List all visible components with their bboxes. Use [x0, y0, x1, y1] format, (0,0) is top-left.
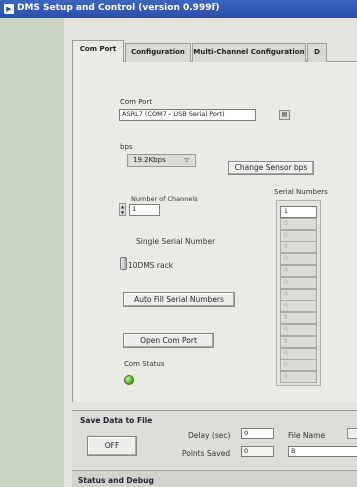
com-status-led: [124, 375, 134, 385]
channels-stepper-icon[interactable]: ▲ ▼: [119, 203, 126, 216]
tab-multi-channel-configuration[interactable]: Multi-Channel Configuration: [192, 43, 306, 62]
com-port-field[interactable]: ASRL7 (COM7 - USB Serial Port): [119, 109, 256, 121]
delay-input[interactable]: 0: [241, 428, 274, 439]
serial-number-cell[interactable]: 0: [280, 324, 317, 336]
browse-icon[interactable]: ▤: [279, 110, 290, 120]
serial-number-cell[interactable]: 0: [280, 253, 317, 266]
save-data-title: Save Data to File: [80, 416, 153, 425]
number-of-channels-input[interactable]: 1: [129, 204, 160, 216]
bps-label: bps: [120, 143, 133, 151]
number-of-channels-label: Number of Channels: [131, 195, 198, 203]
serial-number-cell[interactable]: 0: [280, 276, 317, 289]
tab-bar: Com Port Configuration Multi-Channel Con…: [72, 40, 357, 63]
serial-number-cell[interactable]: 0: [280, 241, 317, 254]
window-title: DMS Setup and Control (version 0.999f): [17, 3, 220, 13]
points-saved-field: 0: [241, 446, 274, 457]
points-saved-label: Points Saved: [182, 449, 231, 458]
serial-number-cell[interactable]: 0: [280, 371, 317, 384]
status-debug-title: Status and Debug: [78, 476, 154, 485]
delay-label: Delay (sec): [188, 431, 231, 440]
com-status-label: Com Status: [124, 360, 165, 368]
tab-partial[interactable]: D: [307, 43, 327, 62]
open-com-port-button[interactable]: Open Com Port: [123, 333, 214, 348]
title-bar: ▶ DMS Setup and Control (version 0.999f): [0, 0, 357, 18]
file-browse-icon[interactable]: [347, 428, 357, 439]
auto-fill-serial-numbers-button[interactable]: Auto Fill Serial Numbers: [123, 292, 235, 307]
serial-number-cell[interactable]: 0: [280, 265, 317, 277]
serial-number-cell[interactable]: 0: [280, 312, 317, 325]
save-toggle-button[interactable]: OFF: [87, 436, 137, 456]
left-background-panel: [0, 18, 64, 487]
chevron-down-icon: ▽: [184, 157, 189, 164]
serial-numbers-label: Serial Numbers: [274, 188, 328, 196]
serial-mode-toggle[interactable]: [120, 257, 127, 270]
tab-com-port[interactable]: Com Port: [72, 40, 124, 63]
com-port-label: Com Port: [120, 98, 153, 106]
rack-label: 10DMS rack: [128, 261, 174, 270]
serial-number-cell[interactable]: 0: [280, 335, 317, 348]
serial-number-cell[interactable]: 0: [280, 288, 317, 301]
serial-number-cell[interactable]: 0: [280, 359, 317, 372]
serial-number-cell[interactable]: 0: [280, 300, 317, 313]
serial-number-cell[interactable]: 1: [280, 206, 317, 218]
bps-value: 19.2Kbps: [133, 156, 166, 164]
file-name-input[interactable]: B: [288, 446, 357, 457]
file-name-label: File Name: [288, 431, 326, 440]
app-icon: ▶: [4, 4, 14, 14]
change-sensor-bps-button[interactable]: Change Sensor bps: [228, 161, 314, 175]
serial-number-cell[interactable]: 0: [280, 217, 317, 230]
serial-number-cell[interactable]: 0: [280, 347, 317, 360]
tab-configuration[interactable]: Configuration: [125, 43, 191, 62]
serial-number-cell[interactable]: 0: [280, 229, 317, 242]
single-serial-number-label: Single Serial Number: [136, 237, 216, 246]
bps-select[interactable]: 19.2Kbps ▽: [127, 154, 196, 167]
